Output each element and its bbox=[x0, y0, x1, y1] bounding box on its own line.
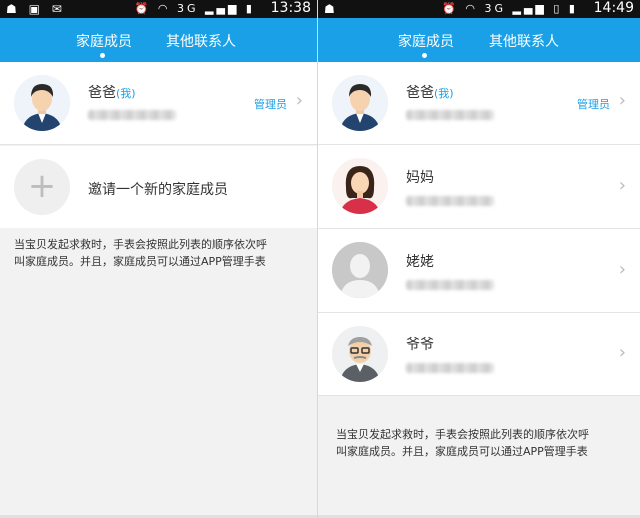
chevron-right-icon: › bbox=[618, 259, 626, 280]
notification-icons: ☗ bbox=[324, 2, 339, 16]
me-tag: (我) bbox=[434, 87, 454, 100]
top-tab-bar: 家庭成员 其他联系人 bbox=[318, 18, 640, 62]
chevron-right-icon: › bbox=[618, 90, 626, 111]
active-tab-indicator bbox=[100, 53, 105, 58]
member-name: 爸爸(我) bbox=[406, 85, 454, 101]
plus-icon: + bbox=[14, 159, 70, 215]
member-phone-blurred bbox=[406, 196, 494, 206]
status-bar: ☗ ▣ ✉ ⏰ ◠ 3G ▂▄▆ ▮ 13:38 bbox=[0, 0, 317, 18]
invite-member-row[interactable]: + 邀请一个新的家庭成员 bbox=[0, 146, 317, 228]
father-avatar-icon bbox=[332, 75, 388, 131]
comparison-screenshot: ☗ ▣ ✉ ⏰ ◠ 3G ▂▄▆ ▮ 13:38 家庭成员 其他联系人 爸爸(我… bbox=[0, 0, 640, 518]
me-tag: (我) bbox=[116, 87, 136, 100]
admin-badge: 管理员 bbox=[577, 98, 610, 111]
info-text: 当宝贝发起求救时，手表会按照此列表的顺序依次呼 叫家庭成员。并且，家庭成员可以通… bbox=[14, 238, 267, 268]
tab-other-contacts[interactable]: 其他联系人 bbox=[489, 31, 559, 51]
status-time: 14:49 bbox=[593, 0, 634, 16]
member-name: 爷爷 bbox=[406, 337, 434, 353]
chevron-right-icon: › bbox=[618, 342, 626, 363]
tab-other-contacts[interactable]: 其他联系人 bbox=[166, 31, 236, 51]
signal-icons: ⏰ ◠ 3G ▂▄▆ ▮ bbox=[134, 2, 255, 15]
member-row[interactable]: 姥姥 › bbox=[318, 229, 640, 313]
default-avatar-icon bbox=[332, 242, 388, 298]
admin-badge: 管理员 bbox=[254, 98, 287, 111]
grandpa-avatar-icon bbox=[332, 326, 388, 382]
member-row[interactable]: 妈妈 › bbox=[318, 145, 640, 229]
active-tab-indicator bbox=[422, 53, 427, 58]
notification-icons: ☗ ▣ ✉ bbox=[6, 2, 66, 16]
member-name: 爸爸(我) bbox=[88, 85, 136, 101]
member-phone-blurred bbox=[406, 363, 494, 373]
tab-family-members[interactable]: 家庭成员 bbox=[398, 31, 454, 51]
status-time: 13:38 bbox=[270, 0, 311, 16]
info-text: 当宝贝发起求救时，手表会按照此列表的顺序依次呼 叫家庭成员。并且，家庭成员可以通… bbox=[336, 428, 589, 458]
member-row[interactable]: 爸爸(我) 管理员 › bbox=[318, 62, 640, 145]
member-name: 妈妈 bbox=[406, 170, 434, 186]
signal-icons: ⏰ ◠ 3G ▂▄▆ ▯ ▮ bbox=[442, 2, 578, 15]
chevron-right-icon: › bbox=[295, 90, 303, 111]
member-name: 姥姥 bbox=[406, 254, 434, 270]
member-phone-blurred bbox=[406, 280, 494, 290]
chevron-right-icon: › bbox=[618, 175, 626, 196]
invite-label: 邀请一个新的家庭成员 bbox=[88, 182, 228, 198]
tab-family-members[interactable]: 家庭成员 bbox=[76, 31, 132, 51]
left-screen: ☗ ▣ ✉ ⏰ ◠ 3G ▂▄▆ ▮ 13:38 家庭成员 其他联系人 爸爸(我… bbox=[0, 0, 317, 518]
right-screen: ☗ ⏰ ◠ 3G ▂▄▆ ▯ ▮ 14:49 家庭成员 其他联系人 爸爸(我) … bbox=[318, 0, 640, 518]
top-tab-bar: 家庭成员 其他联系人 bbox=[0, 18, 317, 62]
member-phone-blurred bbox=[88, 110, 176, 120]
father-avatar-icon bbox=[14, 75, 70, 131]
status-bar: ☗ ⏰ ◠ 3G ▂▄▆ ▯ ▮ 14:49 bbox=[318, 0, 640, 18]
mother-avatar-icon bbox=[332, 158, 388, 214]
member-row[interactable]: 爷爷 › bbox=[318, 313, 640, 396]
member-row[interactable]: 爸爸(我) 管理员 › bbox=[0, 62, 317, 145]
member-phone-blurred bbox=[406, 110, 494, 120]
